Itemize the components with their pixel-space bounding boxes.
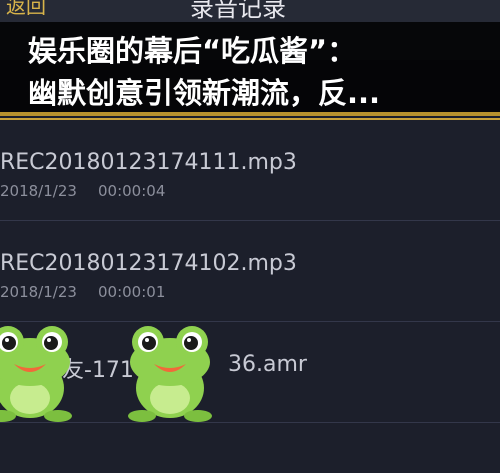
frog-emoji-icon [0, 326, 72, 422]
screenshot-stage: 返回 录音记录 REC20180123174111.mp3 2018/1/23 … [0, 0, 500, 473]
list-item[interactable]: REC20180123174102.mp3 2018/1/23 00:00:01 [0, 221, 500, 322]
headline-line-1: 娱乐圈的幕后“吃瓜酱”： [28, 34, 357, 68]
recording-duration: 00:00:04 [98, 182, 166, 200]
recording-date: 2018/1/23 [0, 283, 77, 301]
headline-line-2: 幽默创意引领新潮流，反... [28, 76, 381, 110]
header-divider [0, 112, 500, 116]
back-button[interactable]: 返回 [6, 0, 46, 19]
recording-name-tail: 36.amr [228, 352, 307, 377]
headline-banner: 娱乐圈的幕后“吃瓜酱”： 幽默创意引领新潮流，反... [0, 22, 500, 112]
recording-date: 2018/1/23 [0, 182, 77, 200]
recording-name: REC20180123174102.mp3 [0, 251, 297, 276]
frog-emoji-icon [128, 326, 212, 422]
page-title: 录音记录 [190, 0, 286, 22]
list-item[interactable]: REC20180123174111.mp3 2018/1/23 00:00:04 [0, 118, 500, 221]
recording-name: REC20180123174111.mp3 [0, 150, 297, 175]
recording-duration: 00:00:01 [98, 283, 166, 301]
